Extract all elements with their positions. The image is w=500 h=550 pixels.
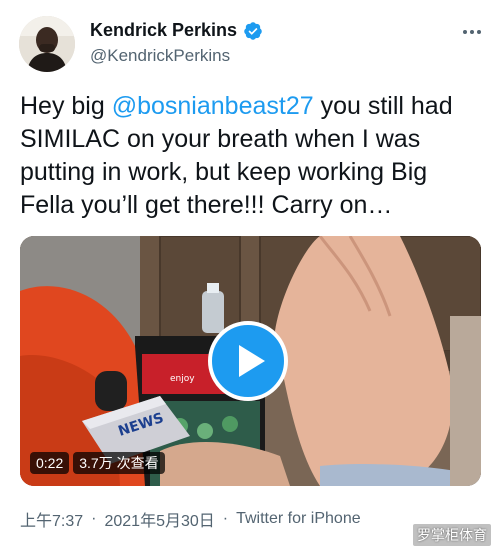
video-info: 0:22 3.7万 次查看	[30, 452, 165, 474]
video-duration: 0:22	[30, 452, 70, 474]
author-handle[interactable]: @KendrickPerkins	[90, 46, 230, 66]
fridge-brand-text: enjoy	[170, 374, 195, 384]
tweet-card: Kendrick Perkins @KendrickPerkins Hey bi…	[0, 0, 500, 550]
tweet-text-part1: Hey big	[20, 92, 112, 120]
play-icon	[238, 345, 265, 377]
author-name-row[interactable]: Kendrick Perkins	[90, 20, 263, 41]
mention-link[interactable]: @bosnianbeast27	[112, 92, 314, 120]
meta-separator: ·	[222, 510, 229, 527]
author-avatar[interactable]	[19, 16, 75, 72]
more-dot	[463, 30, 467, 34]
meta-separator: ·	[91, 510, 97, 527]
more-dot	[470, 30, 474, 34]
watermark-text: 罗掌柜体育	[413, 524, 491, 546]
video-view-count: 3.7万 次查看	[73, 452, 165, 474]
tweet-source[interactable]: Twitter for iPhone	[236, 510, 361, 528]
tweet-date[interactable]: 2021年5月30日	[104, 507, 214, 531]
more-dot	[477, 30, 481, 34]
avatar-photo	[19, 16, 75, 72]
author-display-name[interactable]: Kendrick Perkins	[90, 20, 237, 41]
tweet-time[interactable]: 上午7:37	[20, 507, 83, 531]
tweet-text: Hey big @bosnianbeast27 you still had SI…	[20, 90, 485, 222]
play-button[interactable]	[208, 321, 288, 401]
more-options-icon[interactable]	[458, 22, 486, 42]
verified-badge-icon	[244, 21, 262, 40]
tweet-meta: 上午7:37 · 2021年5月30日 · Twitter for iPhone	[20, 507, 361, 531]
video-player[interactable]: enjoy NEWS 0:22 3.7万 次查看	[20, 236, 481, 486]
